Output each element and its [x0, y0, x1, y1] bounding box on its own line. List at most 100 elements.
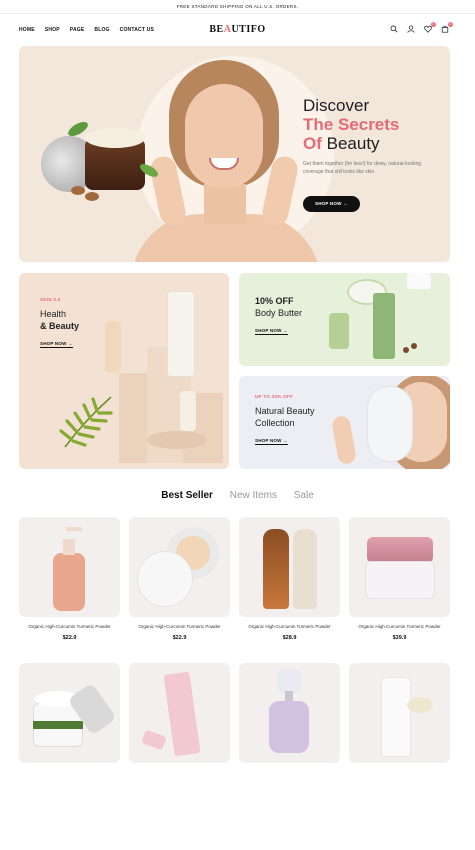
model-face — [185, 84, 263, 188]
jar-image — [329, 313, 349, 349]
search-icon[interactable] — [390, 25, 398, 33]
product-name[interactable]: Organic High-Curcumin Turmeric Powder — [19, 624, 120, 631]
promo-title-line: & Beauty — [40, 321, 80, 331]
hero-title-line: The Secrets — [303, 115, 400, 134]
fern-image — [59, 396, 113, 448]
product-image[interactable] — [129, 663, 230, 763]
serum-bottle-image — [105, 321, 121, 373]
pedestal-disc — [147, 431, 207, 449]
product-card[interactable] — [129, 663, 230, 763]
promo-body-butter[interactable]: 10% OFF Body Butter SHOP NOW → — [239, 273, 450, 366]
logo-part: BE — [209, 24, 224, 35]
hero-title-line: Beauty — [321, 134, 380, 153]
product-name[interactable]: Organic High-Curcumin Turmeric Powder — [239, 624, 340, 631]
bottle-image — [373, 293, 395, 359]
perfume-bottle-image — [269, 701, 309, 753]
product-image[interactable] — [19, 517, 120, 617]
product-name[interactable]: Organic High-Curcumin Turmeric Powder — [129, 624, 230, 631]
tube-image — [167, 291, 195, 377]
face-mask-image — [367, 386, 413, 462]
cart-icon[interactable]: 0 — [441, 22, 453, 33]
main-nav: HOME SHOP PAGE BLOG CONTACT US BEAUTIFO … — [0, 14, 475, 46]
product-image[interactable] — [239, 663, 340, 763]
wishlist-badge: 0 — [431, 22, 436, 27]
pump-image — [63, 539, 75, 555]
hero-shop-now-button[interactable]: SHOP NOW → — [303, 196, 360, 212]
user-icon[interactable] — [407, 25, 415, 33]
bean-image — [403, 347, 409, 353]
promo-title: Health & Beauty — [40, 308, 79, 332]
promo-natural-text: UP TO 30% OFF Natural Beauty Collection … — [255, 394, 315, 447]
product-card[interactable] — [19, 663, 120, 763]
announcement-text: FREE STANDARD SHIPPING ON ALL U.S. ORDER… — [176, 4, 299, 9]
product-card[interactable]: Organic High-Curcumin Turmeric Powder $3… — [349, 517, 450, 641]
product-image[interactable] — [349, 517, 450, 617]
promo-title-line: Health — [40, 309, 67, 319]
hero-title-line: Discover — [303, 96, 370, 115]
small-bottle-image — [180, 391, 196, 431]
almond-image — [85, 192, 99, 201]
jar-band-image — [33, 721, 83, 729]
hero-text: Discover The Secrets Of Beauty Get them … — [303, 96, 443, 176]
nav-icons: 0 0 — [390, 22, 453, 33]
tab-sale[interactable]: Sale — [294, 490, 314, 501]
announcement-bar: FREE STANDARD SHIPPING ON ALL U.S. ORDER… — [0, 0, 475, 14]
promo-natural-shop-link[interactable]: SHOP NOW → — [255, 438, 288, 445]
promo-title: Natural Beauty Collection — [255, 405, 315, 429]
promo-body-shop-link[interactable]: SHOP NOW → — [255, 328, 288, 335]
cap-image — [407, 273, 431, 289]
tab-best-seller[interactable]: Best Seller — [161, 490, 213, 501]
product-card[interactable]: Organic High-Curcumin Turmeric Powder $2… — [129, 517, 230, 641]
heart-icon[interactable]: 0 — [424, 22, 436, 33]
cream-swatch-image — [407, 697, 433, 713]
hero-subtitle: Get them together (for less!) for dewy, … — [303, 161, 422, 175]
product-card[interactable]: Organic High-Curcumin Turmeric Powder $2… — [239, 517, 340, 641]
model-neck — [204, 184, 246, 224]
product-price: $22.9 — [172, 634, 187, 641]
promo-natural-beauty[interactable]: UP TO 30% OFF Natural Beauty Collection … — [239, 376, 450, 469]
promo-health-text: SKIN 2.0 Health & Beauty SHOP NOW → — [40, 297, 79, 350]
product-tabs: Best Seller New Items Sale — [0, 490, 475, 501]
product-name[interactable]: Organic High-Curcumin Turmeric Powder — [349, 624, 450, 631]
product-price: $39.9 — [392, 634, 407, 641]
product-image[interactable] — [129, 517, 230, 617]
product-price: $22.9 — [62, 634, 77, 641]
promo-title-line: Natural Beauty — [255, 406, 315, 416]
logo-part: UTIFO — [231, 24, 266, 35]
cream-image — [85, 128, 145, 148]
promo-title-line: Collection — [255, 418, 295, 428]
almond-image — [71, 186, 85, 195]
bottle-neck-image — [285, 691, 293, 701]
promo-body-text: 10% OFF Body Butter SHOP NOW → — [255, 295, 302, 337]
tube-image — [381, 677, 411, 757]
product-price: $28.9 — [282, 634, 297, 641]
product-image[interactable] — [349, 663, 450, 763]
promo-title-line: Body Butter — [255, 308, 303, 318]
tab-new-items[interactable]: New Items — [230, 490, 277, 501]
product-card[interactable] — [349, 663, 450, 763]
cream-bottle-image — [293, 529, 317, 609]
tube-small-image — [141, 729, 167, 751]
product-card[interactable]: Organic High-Curcumin Turmeric Powder $2… — [19, 517, 120, 641]
compact-lid-image — [137, 551, 193, 607]
promo-health-beauty[interactable]: SKIN 2.0 Health & Beauty SHOP NOW → — [19, 273, 229, 469]
jar-body-image — [365, 561, 435, 599]
promo-tag: UP TO 30% OFF — [255, 394, 293, 399]
model-hand-image — [330, 414, 358, 466]
hero-title: Discover The Secrets Of Beauty — [303, 96, 443, 153]
crystal-cap-image — [277, 669, 301, 693]
promo-health-shop-link[interactable]: SHOP NOW → — [40, 341, 73, 348]
hero-banner: Discover The Secrets Of Beauty Get them … — [19, 46, 450, 262]
product-image[interactable] — [239, 517, 340, 617]
pump-nozzle-image — [66, 527, 82, 531]
promo-title-line: 10% OFF — [255, 296, 294, 306]
bean-image — [411, 343, 417, 349]
hero-title-line: Of — [303, 134, 322, 153]
promo-tag: SKIN 2.0 — [40, 297, 61, 302]
tube-image — [163, 671, 201, 757]
product-image[interactable] — [19, 663, 120, 763]
product-card[interactable] — [239, 663, 340, 763]
jar-lid-image — [367, 537, 433, 563]
amber-bottle-image — [263, 529, 289, 609]
cart-badge: 0 — [448, 22, 453, 27]
